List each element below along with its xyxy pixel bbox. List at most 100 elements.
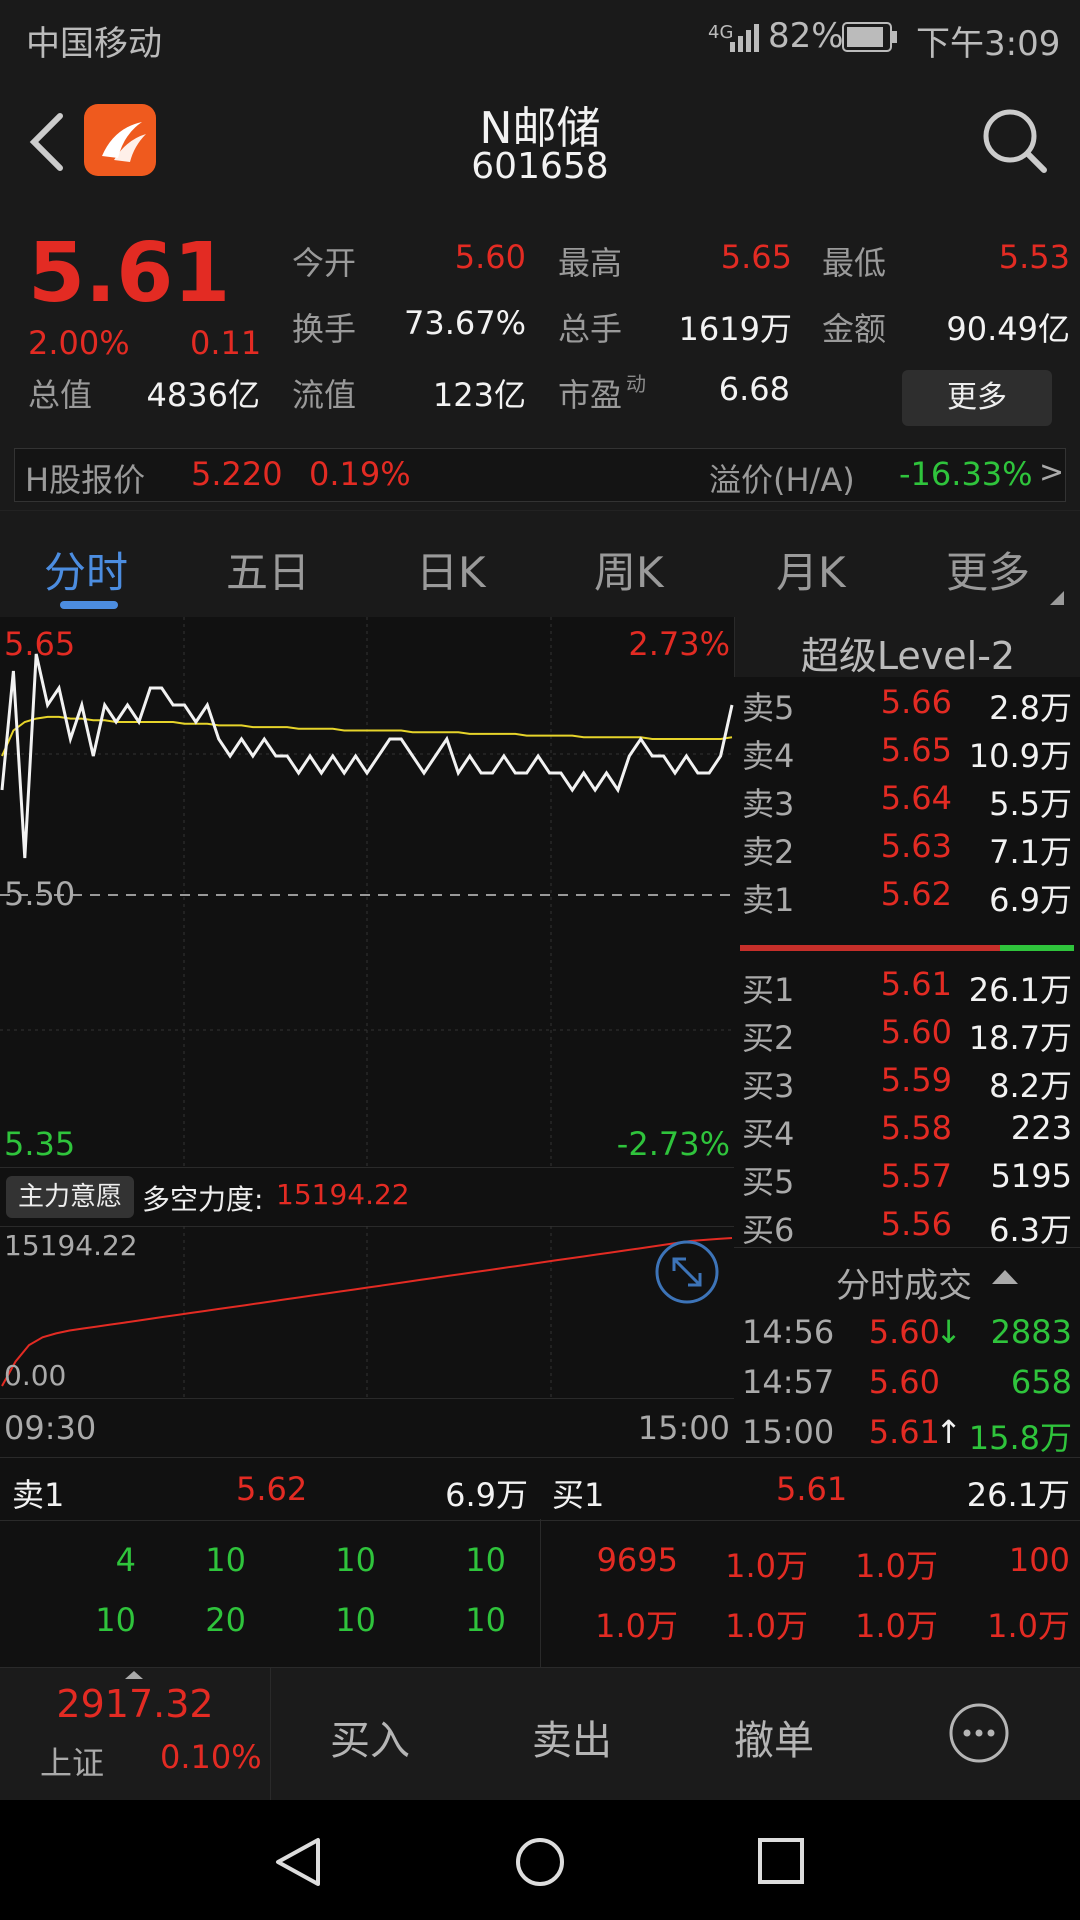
queue-buy-cell: 1.0万 <box>855 1607 938 1645</box>
ask-row[interactable]: 卖4 5.65 10.9万 <box>734 727 1080 775</box>
ask-label: 卖5 <box>742 689 795 727</box>
indicator-bar: 主力意愿 多空力度: 15194.22 <box>0 1167 734 1227</box>
bid-volume: 223 <box>1010 1109 1072 1147</box>
stat-value: 4836亿 <box>146 376 260 414</box>
bid-price: 5.59 <box>880 1061 952 1099</box>
expand-icon[interactable] <box>654 1239 720 1305</box>
queue-buy-cell: 1.0万 <box>987 1607 1070 1645</box>
tick-row: 14:56 5.60 ↓ 2883 <box>734 1309 1080 1357</box>
ask-row[interactable]: 卖5 5.66 2.8万 <box>734 679 1080 727</box>
y-axis-mid: 5.50 <box>4 875 76 913</box>
bid-row[interactable]: 买1 5.61 26.1万 <box>734 961 1080 1009</box>
queue-sell-cell: 4 <box>115 1541 136 1579</box>
bid-row[interactable]: 买5 5.57 5195 <box>734 1153 1080 1201</box>
stock-header: N邮储 601658 <box>0 76 1080 220</box>
bid-label: 买4 <box>742 1115 795 1153</box>
caret-up-icon <box>992 1270 1018 1284</box>
ask-price: 5.64 <box>880 779 952 817</box>
y-axis-high: 5.65 <box>4 625 76 663</box>
buy-button[interactable]: 买入 <box>330 1708 410 1766</box>
tab-intraday[interactable]: 分时 <box>44 539 128 600</box>
bid-volume: 6.3万 <box>989 1211 1072 1249</box>
nav-back-icon[interactable] <box>272 1836 324 1888</box>
ask-volume: 7.1万 <box>989 833 1072 871</box>
tick-volume: 15.8万 <box>968 1419 1072 1457</box>
stat-value: 73.67% <box>403 304 526 342</box>
search-icon[interactable] <box>980 106 1050 176</box>
bid-price: 5.61 <box>880 965 952 1003</box>
queue-buy-cell: 1.0万 <box>725 1547 808 1585</box>
indicator-select-button[interactable]: 主力意愿 <box>6 1176 135 1218</box>
ask-price: 5.66 <box>880 683 952 721</box>
more-options-icon[interactable] <box>948 1702 1010 1764</box>
queue-sell-cell: 10 <box>465 1601 506 1639</box>
queue-sell-price: 5.62 <box>236 1470 308 1508</box>
trade-toolbar: 2917.32 上证 0.10% 买入 卖出 撤单 <box>0 1667 1080 1801</box>
change-amount: 0.11 <box>190 324 262 362</box>
bid-price: 5.56 <box>880 1205 952 1243</box>
nav-recents-icon[interactable] <box>756 1836 808 1888</box>
bid-price: 5.58 <box>880 1109 952 1147</box>
bid-ask-ratio-bar-green <box>1000 945 1074 951</box>
tick-price: 5.60 <box>868 1313 940 1351</box>
stat-value: 123亿 <box>432 376 526 414</box>
tick-volume: 658 <box>1010 1363 1072 1401</box>
level2-header[interactable]: 超级Level-2 <box>734 617 1080 678</box>
stat-value: 5.53 <box>998 238 1070 276</box>
price-chart[interactable] <box>0 617 734 1167</box>
ask-row[interactable]: 卖2 5.63 7.1万 <box>734 823 1080 871</box>
bid-row[interactable]: 买4 5.58 223 <box>734 1105 1080 1153</box>
bid-row[interactable]: 买2 5.60 18.7万 <box>734 1009 1080 1057</box>
bid-volume: 5195 <box>990 1157 1072 1195</box>
caret-up-small-icon <box>125 1671 143 1679</box>
ask-price: 5.65 <box>880 731 952 769</box>
tick-row: 15:00 5.61 ↑ 15.8万 <box>734 1409 1080 1457</box>
stat-value: 1619万 <box>678 310 792 348</box>
nav-home-icon[interactable] <box>514 1836 566 1888</box>
tab-more[interactable]: 更多 <box>946 539 1030 600</box>
chart-tabs: 分时 五日 日K 周K 月K 更多 <box>0 510 1080 617</box>
indicator-axis-high: 15194.22 <box>4 1229 138 1262</box>
h-share-label: H股报价 <box>25 461 146 499</box>
quote-panel: 5.61 2.00% 0.11 今开 5.60 最高 5.65 最低 5.53 换手 73.6… <box>0 220 1080 510</box>
tick-price: 5.60 <box>868 1363 940 1401</box>
sell-button[interactable]: 卖出 <box>532 1708 612 1766</box>
bid-label: 买3 <box>742 1067 795 1105</box>
time-end: 15:00 <box>637 1409 730 1447</box>
queue-sell-cell: 10 <box>335 1541 376 1579</box>
index-ticker[interactable]: 2917.32 上证 0.10% <box>0 1668 271 1801</box>
ask-volume: 10.9万 <box>968 737 1072 775</box>
bid-volume: 8.2万 <box>989 1067 1072 1105</box>
bid-row[interactable]: 买3 5.59 8.2万 <box>734 1057 1080 1105</box>
h-share-bar[interactable]: H股报价 5.220 0.19% 溢价(H/A) -16.33% > <box>14 448 1066 502</box>
queue-divider <box>540 1519 541 1667</box>
ask-label: 卖3 <box>742 785 795 823</box>
pct-axis-high: 2.73% <box>628 625 730 663</box>
cancel-order-button[interactable]: 撤单 <box>734 1708 814 1766</box>
bid-label: 买6 <box>742 1211 795 1249</box>
premium-label: 溢价(H/A) <box>709 461 855 499</box>
queue-buy-cell: 9695 <box>596 1541 678 1579</box>
more-button[interactable]: 更多 <box>902 370 1052 426</box>
bid-price: 5.57 <box>880 1157 952 1195</box>
order-queue-panel: 卖1 5.62 6.9万 买1 5.61 26.1万 4 10 10 10 10 20 10… <box>0 1457 1080 1667</box>
tab-weekly-k[interactable]: 周K <box>594 539 664 600</box>
ask-row[interactable]: 卖1 5.62 6.9万 <box>734 871 1080 919</box>
indicator-axis-low: 0.00 <box>4 1359 67 1392</box>
tick-header[interactable]: 分时成交 <box>734 1247 1080 1306</box>
signal-icon <box>730 24 759 52</box>
corner-triangle-icon <box>1050 591 1064 605</box>
ask-row[interactable]: 卖3 5.64 5.5万 <box>734 775 1080 823</box>
bid-row[interactable]: 买6 5.56 6.3万 <box>734 1201 1080 1249</box>
tick-row: 14:57 5.60 658 <box>734 1359 1080 1407</box>
ask-volume: 6.9万 <box>989 881 1072 919</box>
ask-volume: 2.8万 <box>989 689 1072 727</box>
stat-value: 90.49亿 <box>946 310 1070 348</box>
stat-value: 5.65 <box>720 238 792 276</box>
queue-buy-label: 买1 <box>552 1476 605 1514</box>
tab-daily-k[interactable]: 日K <box>416 539 486 600</box>
status-bar: 中国移动 4G 82% 下午3:09 <box>0 0 1080 76</box>
indicator-value: 15194.22 <box>276 1178 410 1211</box>
tab-five-day[interactable]: 五日 <box>226 539 310 600</box>
tab-monthly-k[interactable]: 月K <box>776 539 846 600</box>
